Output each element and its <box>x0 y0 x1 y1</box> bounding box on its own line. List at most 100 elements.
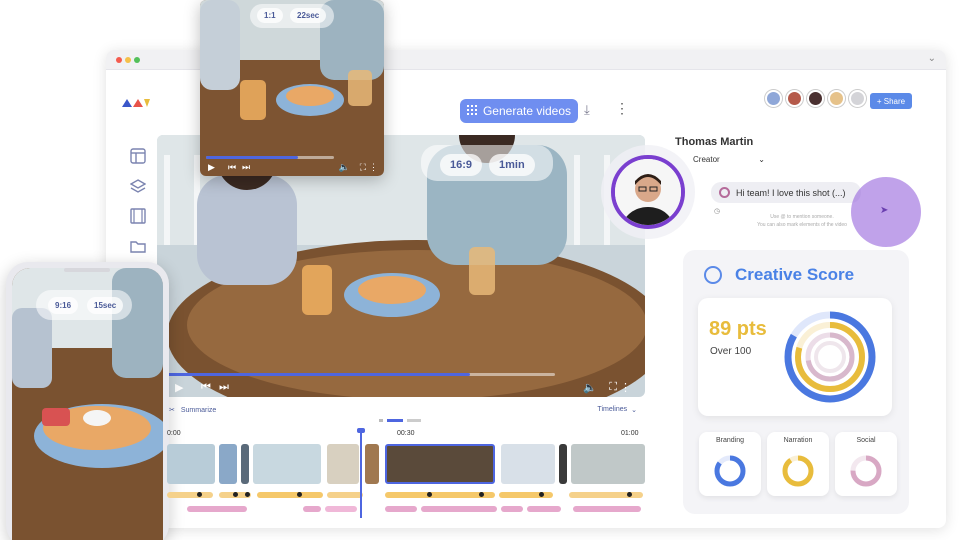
keyframe-marker[interactable] <box>297 492 302 497</box>
narration-score-card[interactable]: Narration <box>767 432 829 496</box>
audio-track-segment[interactable] <box>167 492 213 498</box>
comment-hint-line: You can also mark elements of the video <box>757 222 847 228</box>
video-clip-thumbnail[interactable] <box>559 444 567 484</box>
scissors-icon: ✂ <box>169 407 175 414</box>
more-options-icon[interactable]: ⋮ <box>369 162 378 173</box>
caption-track-segment[interactable] <box>501 506 523 512</box>
play-icon[interactable]: ▶ <box>175 381 183 394</box>
score-max: Over 100 <box>710 346 752 357</box>
timelines-dropdown[interactable]: Timelines ⌄ <box>597 406 637 414</box>
video-clip-thumbnail[interactable] <box>219 444 237 484</box>
creative-score-title: Creative Score <box>735 265 855 284</box>
time-marker: 00:30 <box>397 430 415 437</box>
share-button[interactable]: + Share <box>870 93 912 109</box>
role-select[interactable]: Creator ⌄ <box>693 155 765 164</box>
chevron-down-icon[interactable]: ⌄ <box>928 53 936 64</box>
folder-icon[interactable] <box>130 238 146 254</box>
close-window-dot[interactable] <box>116 57 122 63</box>
volume-icon[interactable]: 🔈 <box>339 162 350 173</box>
time-marker: 01:00 <box>621 430 639 437</box>
square-progress-bar[interactable] <box>206 156 334 159</box>
avatar[interactable] <box>828 90 845 107</box>
audio-track-segment[interactable] <box>499 492 553 498</box>
video-clip-thumbnail[interactable] <box>327 444 359 484</box>
creator-avatar[interactable] <box>611 155 685 229</box>
social-ring <box>850 455 882 487</box>
caption-track-segment[interactable] <box>421 506 497 512</box>
branding-ring <box>714 455 746 487</box>
generate-videos-button[interactable]: Generate videos <box>460 99 578 123</box>
playhead[interactable] <box>360 430 362 518</box>
keyframe-marker[interactable] <box>479 492 484 497</box>
maximize-window-dot[interactable] <box>134 57 140 63</box>
duration-pill[interactable]: 1min <box>489 154 535 176</box>
video-clip-thumbnail[interactable] <box>253 444 321 484</box>
avatar[interactable] <box>786 90 803 107</box>
keyframe-marker[interactable] <box>539 492 544 497</box>
collaborator-avatars <box>765 90 866 107</box>
video-clip-thumbnail[interactable] <box>385 444 495 484</box>
keyframe-marker[interactable] <box>233 492 238 497</box>
generate-videos-label: Generate videos <box>482 104 572 118</box>
branding-score-card[interactable]: Branding <box>699 432 761 496</box>
avatar[interactable] <box>765 90 782 107</box>
keyframe-marker[interactable] <box>627 492 632 497</box>
playhead-handle[interactable] <box>357 428 365 433</box>
comment-hint: Use @ to mention someone. You can also m… <box>742 213 862 229</box>
next-icon[interactable]: ⏭ <box>242 162 250 173</box>
score-points: 89 pts <box>709 318 767 340</box>
minimize-window-dot[interactable] <box>125 57 131 63</box>
audio-track-segment[interactable] <box>327 492 363 498</box>
previous-icon[interactable]: ⏮ <box>228 162 236 173</box>
avatar[interactable] <box>849 90 866 107</box>
duration-pill[interactable]: 22sec <box>290 8 327 23</box>
video-clip-thumbnail[interactable] <box>501 444 555 484</box>
video-clip-thumbnail[interactable] <box>365 444 379 484</box>
caption-track-segment[interactable] <box>385 506 417 512</box>
fullscreen-icon[interactable]: ⛶ <box>360 162 366 173</box>
user-name: Thomas Martin <box>675 136 754 148</box>
video-clip-thumbnail[interactable] <box>167 444 215 484</box>
caption-track-segment[interactable] <box>303 506 321 512</box>
audio-track-segment[interactable] <box>257 492 323 498</box>
caption-track-segment[interactable] <box>187 506 247 512</box>
volume-icon[interactable]: 🔈 <box>583 381 597 394</box>
square-video-preview[interactable]: 1:1 22sec ▶ ⏮ ⏭ 🔈 ⛶ ⋮ <box>200 0 384 176</box>
duration-pill[interactable]: 15sec <box>87 297 124 314</box>
caption-track-segment[interactable] <box>527 506 561 512</box>
aspect-ratio-pill[interactable]: 9:16 <box>48 297 79 314</box>
caption-track-segment[interactable] <box>325 506 357 512</box>
creator-photo <box>615 159 681 225</box>
previous-icon[interactable]: ⏮ <box>201 381 211 394</box>
next-icon[interactable]: ⏭ <box>219 381 229 394</box>
role-label: Creator <box>693 155 720 164</box>
aspect-ratio-pill[interactable]: 1:1 <box>257 8 283 23</box>
more-options-icon[interactable]: ⋮ <box>615 100 629 117</box>
fullscreen-icon[interactable]: ⛶ <box>609 381 617 394</box>
branding-label: Branding <box>715 437 745 444</box>
keyframe-marker[interactable] <box>427 492 432 497</box>
play-icon[interactable]: ▶ <box>208 162 215 173</box>
comment-bubble[interactable]: Hi team! I love this shot (...) <box>711 182 861 203</box>
keyframe-marker[interactable] <box>245 492 250 497</box>
square-progress-fill <box>206 156 299 159</box>
social-score-card[interactable]: Social <box>835 432 897 496</box>
layers-icon[interactable] <box>130 178 146 194</box>
video-clip-thumbnail[interactable] <box>241 444 249 484</box>
send-icon[interactable]: ➤ <box>880 205 888 216</box>
timelines-label: Timelines <box>597 406 628 413</box>
film-icon[interactable] <box>130 208 146 224</box>
keyframe-marker[interactable] <box>197 492 202 497</box>
summarize-button[interactable]: ✂ Summarize <box>169 406 216 415</box>
video-clip-thumbnail[interactable] <box>571 444 645 484</box>
more-options-icon[interactable]: ⋮ <box>620 381 631 394</box>
video-progress-bar[interactable] <box>167 373 555 376</box>
phone-video-preview[interactable]: 9:16 15sec <box>6 262 169 540</box>
zoom-indicator[interactable] <box>379 409 423 422</box>
score-rings-chart <box>784 311 876 403</box>
avatar[interactable] <box>807 90 824 107</box>
caption-track-segment[interactable] <box>573 506 641 512</box>
download-icon[interactable]: ⤓ <box>584 102 590 118</box>
layout-icon[interactable] <box>130 148 146 164</box>
aspect-ratio-pill[interactable]: 16:9 <box>440 154 483 176</box>
